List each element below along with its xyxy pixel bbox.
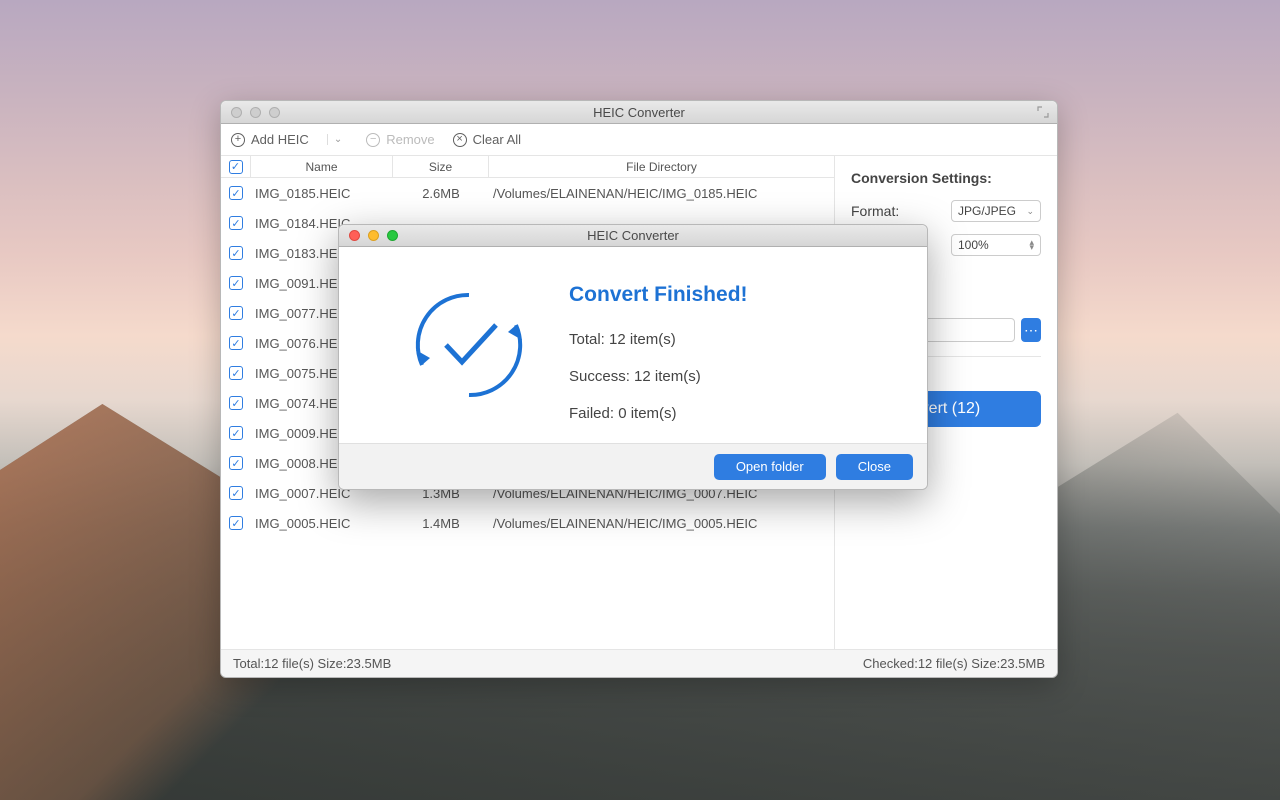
format-label: Format: [851, 203, 899, 219]
window-title: HEIC Converter [221, 105, 1057, 120]
remove-button[interactable]: − Remove [366, 132, 434, 147]
table-row[interactable]: ✓ IMG_0185.HEIC2.6MB/Volumes/ELAINENAN/HE… [221, 178, 834, 208]
browse-button[interactable]: ⋯ [1021, 318, 1041, 342]
success-refresh-icon [404, 280, 534, 410]
x-icon: × [453, 133, 467, 147]
row-checkbox[interactable]: ✓ [229, 186, 243, 200]
row-size: 1.4MB [393, 516, 489, 531]
dialog-zoom-button[interactable] [387, 230, 398, 241]
dialog-minimize-button[interactable] [368, 230, 379, 241]
table-header: ✓ Name Size File Directory [221, 156, 834, 178]
row-dir: /Volumes/ELAINENAN/HEIC/IMG_0185.HEIC [489, 186, 834, 201]
clear-all-button[interactable]: × Clear All [453, 132, 521, 147]
row-name: IMG_0005.HEIC [251, 516, 393, 531]
minimize-window-button[interactable] [250, 107, 261, 118]
status-checked: Checked:12 file(s) Size:23.5MB [863, 656, 1045, 671]
dialog-heading: Convert Finished! [569, 283, 897, 307]
row-checkbox[interactable]: ✓ [229, 306, 243, 320]
close-dialog-label: Close [858, 459, 891, 474]
row-dir: /Volumes/ELAINENAN/HEIC/IMG_0005.HEIC [489, 516, 834, 531]
dialog-titlebar[interactable]: HEIC Converter [339, 225, 927, 247]
settings-title: Conversion Settings: [851, 170, 1041, 186]
format-select[interactable]: JPG/JPEG ⌄ [951, 200, 1041, 222]
dialog-traffic-lights [339, 230, 398, 241]
add-dropdown-chevron-icon[interactable]: ⌄ [327, 134, 348, 145]
header-size[interactable]: Size [393, 156, 489, 177]
dialog-success-line: Success: 12 item(s) [569, 368, 897, 385]
open-folder-button[interactable]: Open folder [714, 454, 826, 480]
add-heic-label: Add HEIC [251, 132, 309, 147]
toolbar: + Add HEIC ⌄ − Remove × Clear All [221, 124, 1057, 156]
row-checkbox[interactable]: ✓ [229, 516, 243, 530]
stepper-icon: ▴▾ [1029, 240, 1034, 251]
row-checkbox[interactable]: ✓ [229, 336, 243, 350]
dialog-close-button[interactable] [349, 230, 360, 241]
row-checkbox[interactable]: ✓ [229, 426, 243, 440]
minus-icon: − [366, 133, 380, 147]
dialog-failed-line: Failed: 0 item(s) [569, 405, 897, 422]
close-window-button[interactable] [231, 107, 242, 118]
clear-all-label: Clear All [473, 132, 521, 147]
header-directory[interactable]: File Directory [489, 156, 834, 177]
close-dialog-button[interactable]: Close [836, 454, 913, 480]
chevron-down-icon: ⌄ [1026, 206, 1034, 217]
add-heic-button[interactable]: + Add HEIC [231, 132, 309, 147]
result-dialog: HEIC Converter Convert Finished! Total: … [338, 224, 928, 490]
traffic-lights [221, 107, 280, 118]
row-name: IMG_0185.HEIC [251, 186, 393, 201]
row-checkbox[interactable]: ✓ [229, 456, 243, 470]
remove-label: Remove [386, 132, 434, 147]
zoom-window-button[interactable] [269, 107, 280, 118]
row-checkbox[interactable]: ✓ [229, 396, 243, 410]
quality-spinner[interactable]: 100% ▴▾ [951, 234, 1041, 256]
row-checkbox[interactable]: ✓ [229, 216, 243, 230]
select-all-checkbox[interactable]: ✓ [229, 160, 243, 174]
table-row[interactable]: ✓ IMG_0005.HEIC1.4MB/Volumes/ELAINENAN/HE… [221, 508, 834, 538]
open-folder-label: Open folder [736, 459, 804, 474]
row-size: 2.6MB [393, 186, 489, 201]
status-bar: Total:12 file(s) Size:23.5MB Checked:12 … [221, 649, 1057, 677]
dialog-title: HEIC Converter [339, 228, 927, 243]
quality-value: 100% [958, 238, 989, 252]
row-checkbox[interactable]: ✓ [229, 246, 243, 260]
ellipsis-icon: ⋯ [1024, 322, 1038, 339]
main-titlebar[interactable]: HEIC Converter [221, 101, 1057, 124]
header-name[interactable]: Name [251, 156, 393, 177]
fullscreen-icon[interactable] [1037, 106, 1049, 118]
format-value: JPG/JPEG [958, 204, 1016, 218]
row-checkbox[interactable]: ✓ [229, 366, 243, 380]
row-checkbox[interactable]: ✓ [229, 276, 243, 290]
row-checkbox[interactable]: ✓ [229, 486, 243, 500]
status-total: Total:12 file(s) Size:23.5MB [233, 656, 391, 671]
plus-icon: + [231, 133, 245, 147]
dialog-total-line: Total: 12 item(s) [569, 331, 897, 348]
